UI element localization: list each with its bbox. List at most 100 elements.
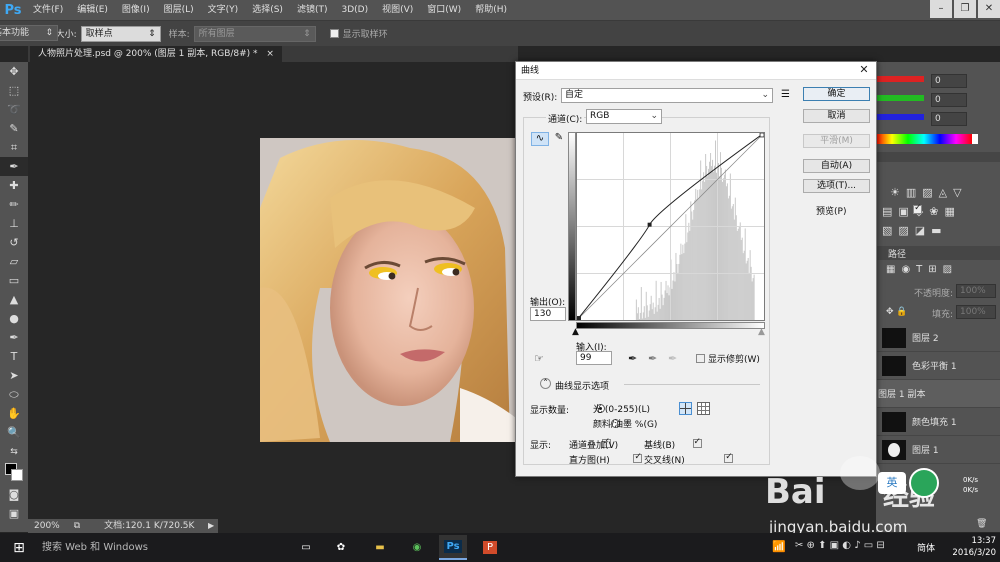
hand-tool-icon[interactable]: ✋ [0,404,28,423]
curve-mode-icon[interactable]: ∿ [531,132,549,146]
swap-colors-icon[interactable]: ⇆ [0,442,28,461]
collapse-icon[interactable]: ˄ [540,378,551,389]
lasso-tool-icon[interactable]: ➰ [0,100,28,119]
lock-icons[interactable]: ✥ 🔒 [886,307,908,317]
zoom-level[interactable]: 200% [34,519,60,533]
red-value-input[interactable]: 0 [931,74,967,88]
auto-button[interactable]: 自动(A) [803,159,870,173]
dodge-tool-icon[interactable]: ● [0,309,28,328]
black-point-slider-icon[interactable]: ▲ [572,327,579,337]
workspace-select[interactable]: 基本功能 ⇕ [0,25,58,41]
quick-select-tool-icon[interactable]: ✎ [0,119,28,138]
type-tool-icon[interactable]: T [0,347,28,366]
ok-button[interactable]: 确定 [803,87,870,101]
adjustment-icons-row-1[interactable]: ☀▥▨◬▽ [890,186,968,199]
crop-tool-icon[interactable]: ⌗ [0,138,28,157]
layer-row-selected[interactable]: 图层 1 副本 [876,380,1000,408]
eraser-tool-icon[interactable]: ▱ [0,252,28,271]
show-ring-checkbox[interactable] [329,29,339,38]
menu-layer[interactable]: 图层(L) [157,0,201,20]
close-button[interactable]: ✕ [978,0,1000,18]
zoom-tool-icon[interactable]: 🔍 [0,423,28,442]
black-eyedropper-icon[interactable]: ✒ [628,352,637,365]
menu-window[interactable]: 窗口(W) [420,0,468,20]
background-color[interactable] [11,469,23,481]
document-canvas[interactable] [260,138,516,442]
channel-select[interactable]: RGB ⌄ [586,109,662,124]
gray-eyedropper-icon[interactable]: ✒ [648,352,657,365]
ime-mode[interactable]: 简体 [917,541,935,554]
blur-tool-icon[interactable]: ▲ [0,290,28,309]
menu-edit[interactable]: 编辑(E) [70,0,115,20]
menu-filter[interactable]: 滤镜(T) [290,0,335,20]
move-tool-icon[interactable]: ✥ [0,62,28,81]
display-options-label[interactable]: 曲线显示选项 [555,379,609,392]
green-value-input[interactable]: 0 [931,93,967,107]
preset-select[interactable]: 自定 ⌄ [561,88,773,103]
histogram-checkbox[interactable] [633,452,643,463]
history-brush-tool-icon[interactable]: ↺ [0,233,28,252]
intersection-checkbox[interactable] [724,452,734,463]
browser-icon[interactable]: ◉ [403,535,431,560]
tray-icons[interactable]: ✂ ⊕ ⬆ ▣ ◐ ♪ ▭ ⊟ [795,540,885,551]
status-expand-icon[interactable]: ▶ [208,521,214,530]
baseline-checkbox[interactable] [692,437,702,448]
wifi-icon[interactable]: 📶 [772,540,786,553]
white-eyedropper-icon[interactable]: ✒ [668,352,677,365]
healing-brush-tool-icon[interactable]: ✚ [0,176,28,195]
menu-help[interactable]: 帮助(H) [468,0,514,20]
paths-tab[interactable]: 路径 [888,247,906,260]
pencil-mode-icon[interactable]: ✎ [552,132,566,146]
green-slider[interactable] [876,95,924,101]
output-input[interactable]: 130 [530,307,566,321]
taskbar-clock[interactable]: 13:37 2016/3/20 [952,535,996,559]
target-adjust-icon[interactable]: ☞ [534,352,544,365]
opacity-input[interactable]: 100% [956,284,996,298]
color-ramp[interactable] [876,134,972,144]
marquee-tool-icon[interactable]: ⬚ [0,81,28,100]
powerpoint-icon[interactable]: P [476,535,504,560]
task-view-icon[interactable]: ▭ [292,535,320,560]
show-clipping-checkbox[interactable] [696,354,705,363]
blue-slider[interactable] [876,114,924,120]
options-button[interactable]: 选项(T)... [803,179,870,193]
sample-size-select[interactable]: 取样点 ⇕ [80,25,161,42]
grid-10-icon[interactable] [697,402,710,415]
smooth-button[interactable]: 平滑(M) [803,134,870,148]
menu-type[interactable]: 文字(Y) [201,0,246,20]
gradient-tool-icon[interactable]: ▭ [0,271,28,290]
ime-indicator[interactable]: 英 [878,472,906,494]
photoshop-task-icon[interactable]: Ps [439,535,467,560]
grid-4-icon[interactable] [679,402,692,415]
menu-3d[interactable]: 3D(D) [334,0,375,20]
curve-graph[interactable] [576,132,765,321]
speed-ball-icon[interactable] [909,468,939,498]
eyedropper-tool-icon[interactable]: ✒ [0,157,28,176]
preview-checkbox[interactable] [913,203,923,214]
file-explorer-icon[interactable]: ▬ [366,535,394,560]
adjustment-icons-row-3[interactable]: ▧▨◪▬ [882,224,948,237]
quick-mask-icon[interactable]: ◙ [0,485,28,504]
layer-row[interactable]: 色彩平衡 1 [876,352,1000,380]
ellipse-tool-icon[interactable]: ⬭ [0,385,28,404]
layer-filter-icons[interactable]: ▦◉T⊞▨ [886,264,958,275]
taskbar-search[interactable]: 搜索 Web 和 Windows [38,533,288,562]
windows-start-icon[interactable]: ⊞ [0,533,38,562]
pen-tool-icon[interactable]: ✒ [0,328,28,347]
cancel-button[interactable]: 取消 [803,109,870,123]
color-swatches[interactable] [0,461,28,485]
minimize-button[interactable]: – [930,0,952,18]
close-icon[interactable]: ✕ [857,63,871,77]
close-icon[interactable]: × [266,49,274,59]
layer-row[interactable]: 图层 1 [876,436,1000,464]
path-select-tool-icon[interactable]: ➤ [0,366,28,385]
input-input[interactable]: 99 [576,351,612,365]
status-icon[interactable]: ⧉ [74,519,80,533]
screen-mode-icon[interactable]: ▣ [0,504,28,523]
white-point-slider-icon[interactable]: ▲ [758,327,765,337]
menu-select[interactable]: 选择(S) [245,0,290,20]
blue-value-input[interactable]: 0 [931,112,967,126]
layer-row[interactable]: 图层 2 [876,324,1000,352]
maximize-button[interactable]: ❐ [954,0,976,18]
preset-options-icon[interactable]: ☰ [781,89,790,100]
